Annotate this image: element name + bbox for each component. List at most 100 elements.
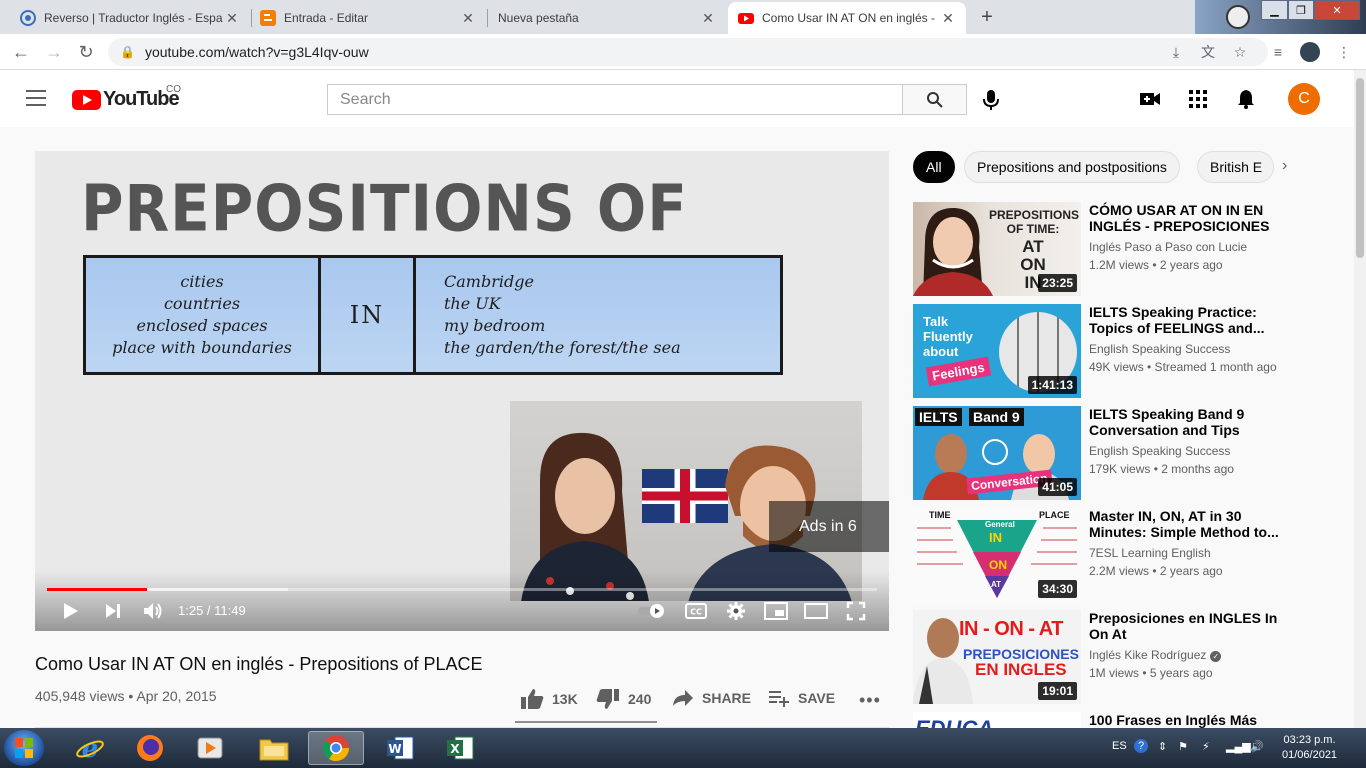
power-icon[interactable]: ⚡ — [1202, 740, 1210, 753]
related-video-title[interactable]: 100 Frases en Inglés Más — [1089, 712, 1289, 728]
action-center-flag-icon[interactable]: ⚑ — [1178, 740, 1188, 753]
video-thumbnail[interactable]: EDUCA — [913, 712, 1081, 728]
search-input[interactable]: Search — [327, 84, 903, 115]
video-thumbnail[interactable]: IELTS Band 9 Conversation 41:05 — [913, 406, 1081, 500]
video-thumbnail[interactable]: PREPOSITIONS OF TIME: AT ON IN 23:25 — [913, 202, 1081, 296]
minimize-button[interactable]: ▁ — [1261, 0, 1288, 20]
address-bar[interactable]: 🔒 youtube.com/watch?v=g3L4Iqv-ouw — [108, 38, 1268, 66]
slide-item: cities — [180, 272, 224, 291]
thumbnail-text: Talk Fluently about — [923, 314, 973, 359]
play-button[interactable] — [60, 600, 82, 622]
close-tab-icon[interactable]: ✕ — [940, 10, 956, 27]
autoplay-toggle[interactable] — [636, 600, 668, 622]
browser-tab-reverso[interactable]: Reverso | Traductor Inglés - Espa ✕ — [10, 2, 250, 34]
thumbnail-text-line: Talk — [923, 314, 949, 329]
channel-name[interactable]: Inglés Kike Rodríguez ✓ — [1089, 648, 1222, 662]
excel-icon[interactable]: X — [432, 731, 488, 765]
help-icon[interactable]: ? — [1134, 739, 1148, 753]
scrollbar-thumb[interactable] — [1356, 78, 1364, 258]
video-views-date: 405,948 views • Apr 20, 2015 — [35, 688, 217, 704]
more-actions-icon[interactable]: ••• — [859, 690, 881, 711]
media-control-icon[interactable]: ≡ — [1268, 42, 1288, 62]
chevron-right-icon[interactable]: › — [1282, 157, 1287, 175]
youtube-header: YouTube CO Search C — [0, 70, 1354, 127]
profile-avatar-icon[interactable] — [1300, 42, 1320, 62]
related-video[interactable]: IELTS Band 9 Conversation 41:05 IELTS Sp… — [913, 406, 1333, 500]
ads-countdown[interactable]: Ads in 6 — [769, 501, 889, 552]
chip-all[interactable]: All — [913, 151, 955, 183]
related-video[interactable]: TIME PLACE General IN ON AT 34:30 Master… — [913, 508, 1333, 602]
create-video-icon[interactable] — [1139, 88, 1161, 110]
dislike-count: 240 — [628, 691, 652, 707]
browser-tab-blogger[interactable]: Entrada - Editar ✕ — [250, 2, 486, 34]
browser-tab-new[interactable]: Nueva pestaña ✕ — [488, 2, 726, 34]
chip-british-english[interactable]: British E — [1197, 151, 1274, 183]
like-button[interactable]: 13K — [520, 688, 578, 710]
next-button[interactable] — [102, 600, 124, 622]
close-tab-icon[interactable]: ✕ — [224, 10, 240, 27]
share-button[interactable]: SHARE — [672, 688, 751, 708]
youtube-logo[interactable]: YouTube — [72, 88, 180, 111]
channel-name[interactable]: Inglés Paso a Paso con Lucie — [1089, 240, 1247, 254]
file-explorer-icon[interactable] — [246, 731, 302, 765]
forward-arrow-icon[interactable]: → — [42, 40, 66, 64]
video-thumbnail[interactable]: TIME PLACE General IN ON AT 34:30 — [913, 508, 1081, 602]
related-video-title[interactable]: IELTS Speaking Practice: Topics of FEELI… — [1089, 304, 1289, 336]
progress-bar[interactable] — [47, 588, 877, 591]
related-video-title[interactable]: CÓMO USAR AT ON IN EN INGLÉS - PREPOSICI… — [1089, 202, 1289, 234]
settings-button[interactable] — [725, 600, 747, 622]
translate-icon[interactable]: 文 — [1198, 42, 1218, 62]
user-avatar[interactable]: C — [1288, 83, 1320, 115]
video-thumbnail[interactable]: Talk Fluently about Feelings 1:41:13 — [913, 304, 1081, 398]
page-scrollbar[interactable] — [1354, 70, 1366, 728]
menu-icon[interactable] — [26, 90, 46, 106]
close-window-button[interactable]: ✕ — [1314, 0, 1360, 20]
related-video[interactable]: IN - ON - AT PREPOSICIONES EN INGLES 19:… — [913, 610, 1333, 704]
browser-tab-youtube[interactable]: Como Usar IN AT ON en inglés - ✕ — [728, 2, 966, 34]
word-icon[interactable]: W — [372, 731, 428, 765]
miniplayer-button[interactable] — [763, 600, 789, 622]
apps-grid-icon[interactable] — [1187, 88, 1209, 110]
new-tab-button[interactable]: + — [975, 6, 999, 30]
channel-name[interactable]: English Speaking Success — [1089, 444, 1230, 458]
dislike-button[interactable]: 240 — [596, 688, 651, 710]
language-indicator[interactable]: ES — [1112, 740, 1127, 752]
video-player[interactable]: PREPOSITIONS OF PLACE cities countries e… — [35, 151, 889, 631]
microphone-icon[interactable] — [980, 88, 1002, 112]
tray-expand-icon[interactable]: ⇕ — [1158, 740, 1167, 753]
install-app-icon[interactable]: ⤓ — [1166, 42, 1186, 62]
channel-name[interactable]: 7ESL Learning English — [1089, 546, 1211, 560]
media-player-icon[interactable] — [182, 731, 238, 765]
fullscreen-button[interactable] — [845, 600, 867, 622]
internet-explorer-icon[interactable]: e — [62, 731, 118, 765]
channel-name[interactable]: English Speaking Success — [1089, 342, 1230, 356]
firefox-icon[interactable] — [122, 731, 178, 765]
system-clock[interactable]: 03:23 p.m. 01/06/2021 — [1282, 733, 1337, 763]
theater-mode-button[interactable] — [803, 600, 829, 622]
close-tab-icon[interactable]: ✕ — [460, 10, 476, 27]
close-tab-icon[interactable]: ✕ — [700, 10, 716, 27]
maximize-button[interactable]: ❐ — [1288, 0, 1314, 20]
reload-icon[interactable]: ↻ — [74, 40, 98, 64]
related-video-title[interactable]: Preposiciones en INGLES In On At — [1089, 610, 1289, 642]
mute-button[interactable] — [141, 600, 165, 622]
chip-prepositions[interactable]: Prepositions and postpositions — [964, 151, 1180, 183]
search-button[interactable] — [902, 84, 967, 115]
captions-button[interactable]: CC — [684, 600, 708, 622]
back-arrow-icon[interactable]: ← — [9, 40, 33, 64]
related-video[interactable]: Talk Fluently about Feelings 1:41:13 IEL… — [913, 304, 1333, 398]
volume-tray-icon[interactable]: 🔊 — [1250, 740, 1264, 753]
related-video[interactable]: PREPOSITIONS OF TIME: AT ON IN 23:25 CÓM… — [913, 202, 1333, 296]
notifications-bell-icon[interactable] — [1235, 88, 1257, 110]
windows-start-button[interactable] — [4, 730, 44, 766]
related-video[interactable]: EDUCA 100 Frases en Inglés Más — [913, 712, 1333, 728]
chrome-menu-icon[interactable]: ⋮ — [1334, 42, 1354, 62]
chrome-taskbar-icon[interactable] — [308, 731, 364, 765]
chrome-profile-icon[interactable] — [1226, 5, 1250, 29]
network-signal-icon[interactable]: ▂▄▆ — [1226, 740, 1251, 753]
related-video-title[interactable]: IELTS Speaking Band 9 Conversation and T… — [1089, 406, 1289, 438]
related-video-title[interactable]: Master IN, ON, AT in 30 Minutes: Simple … — [1089, 508, 1289, 540]
bookmark-star-icon[interactable]: ☆ — [1230, 42, 1250, 62]
save-button[interactable]: SAVE — [768, 688, 835, 708]
video-thumbnail[interactable]: IN - ON - AT PREPOSICIONES EN INGLES 19:… — [913, 610, 1081, 704]
